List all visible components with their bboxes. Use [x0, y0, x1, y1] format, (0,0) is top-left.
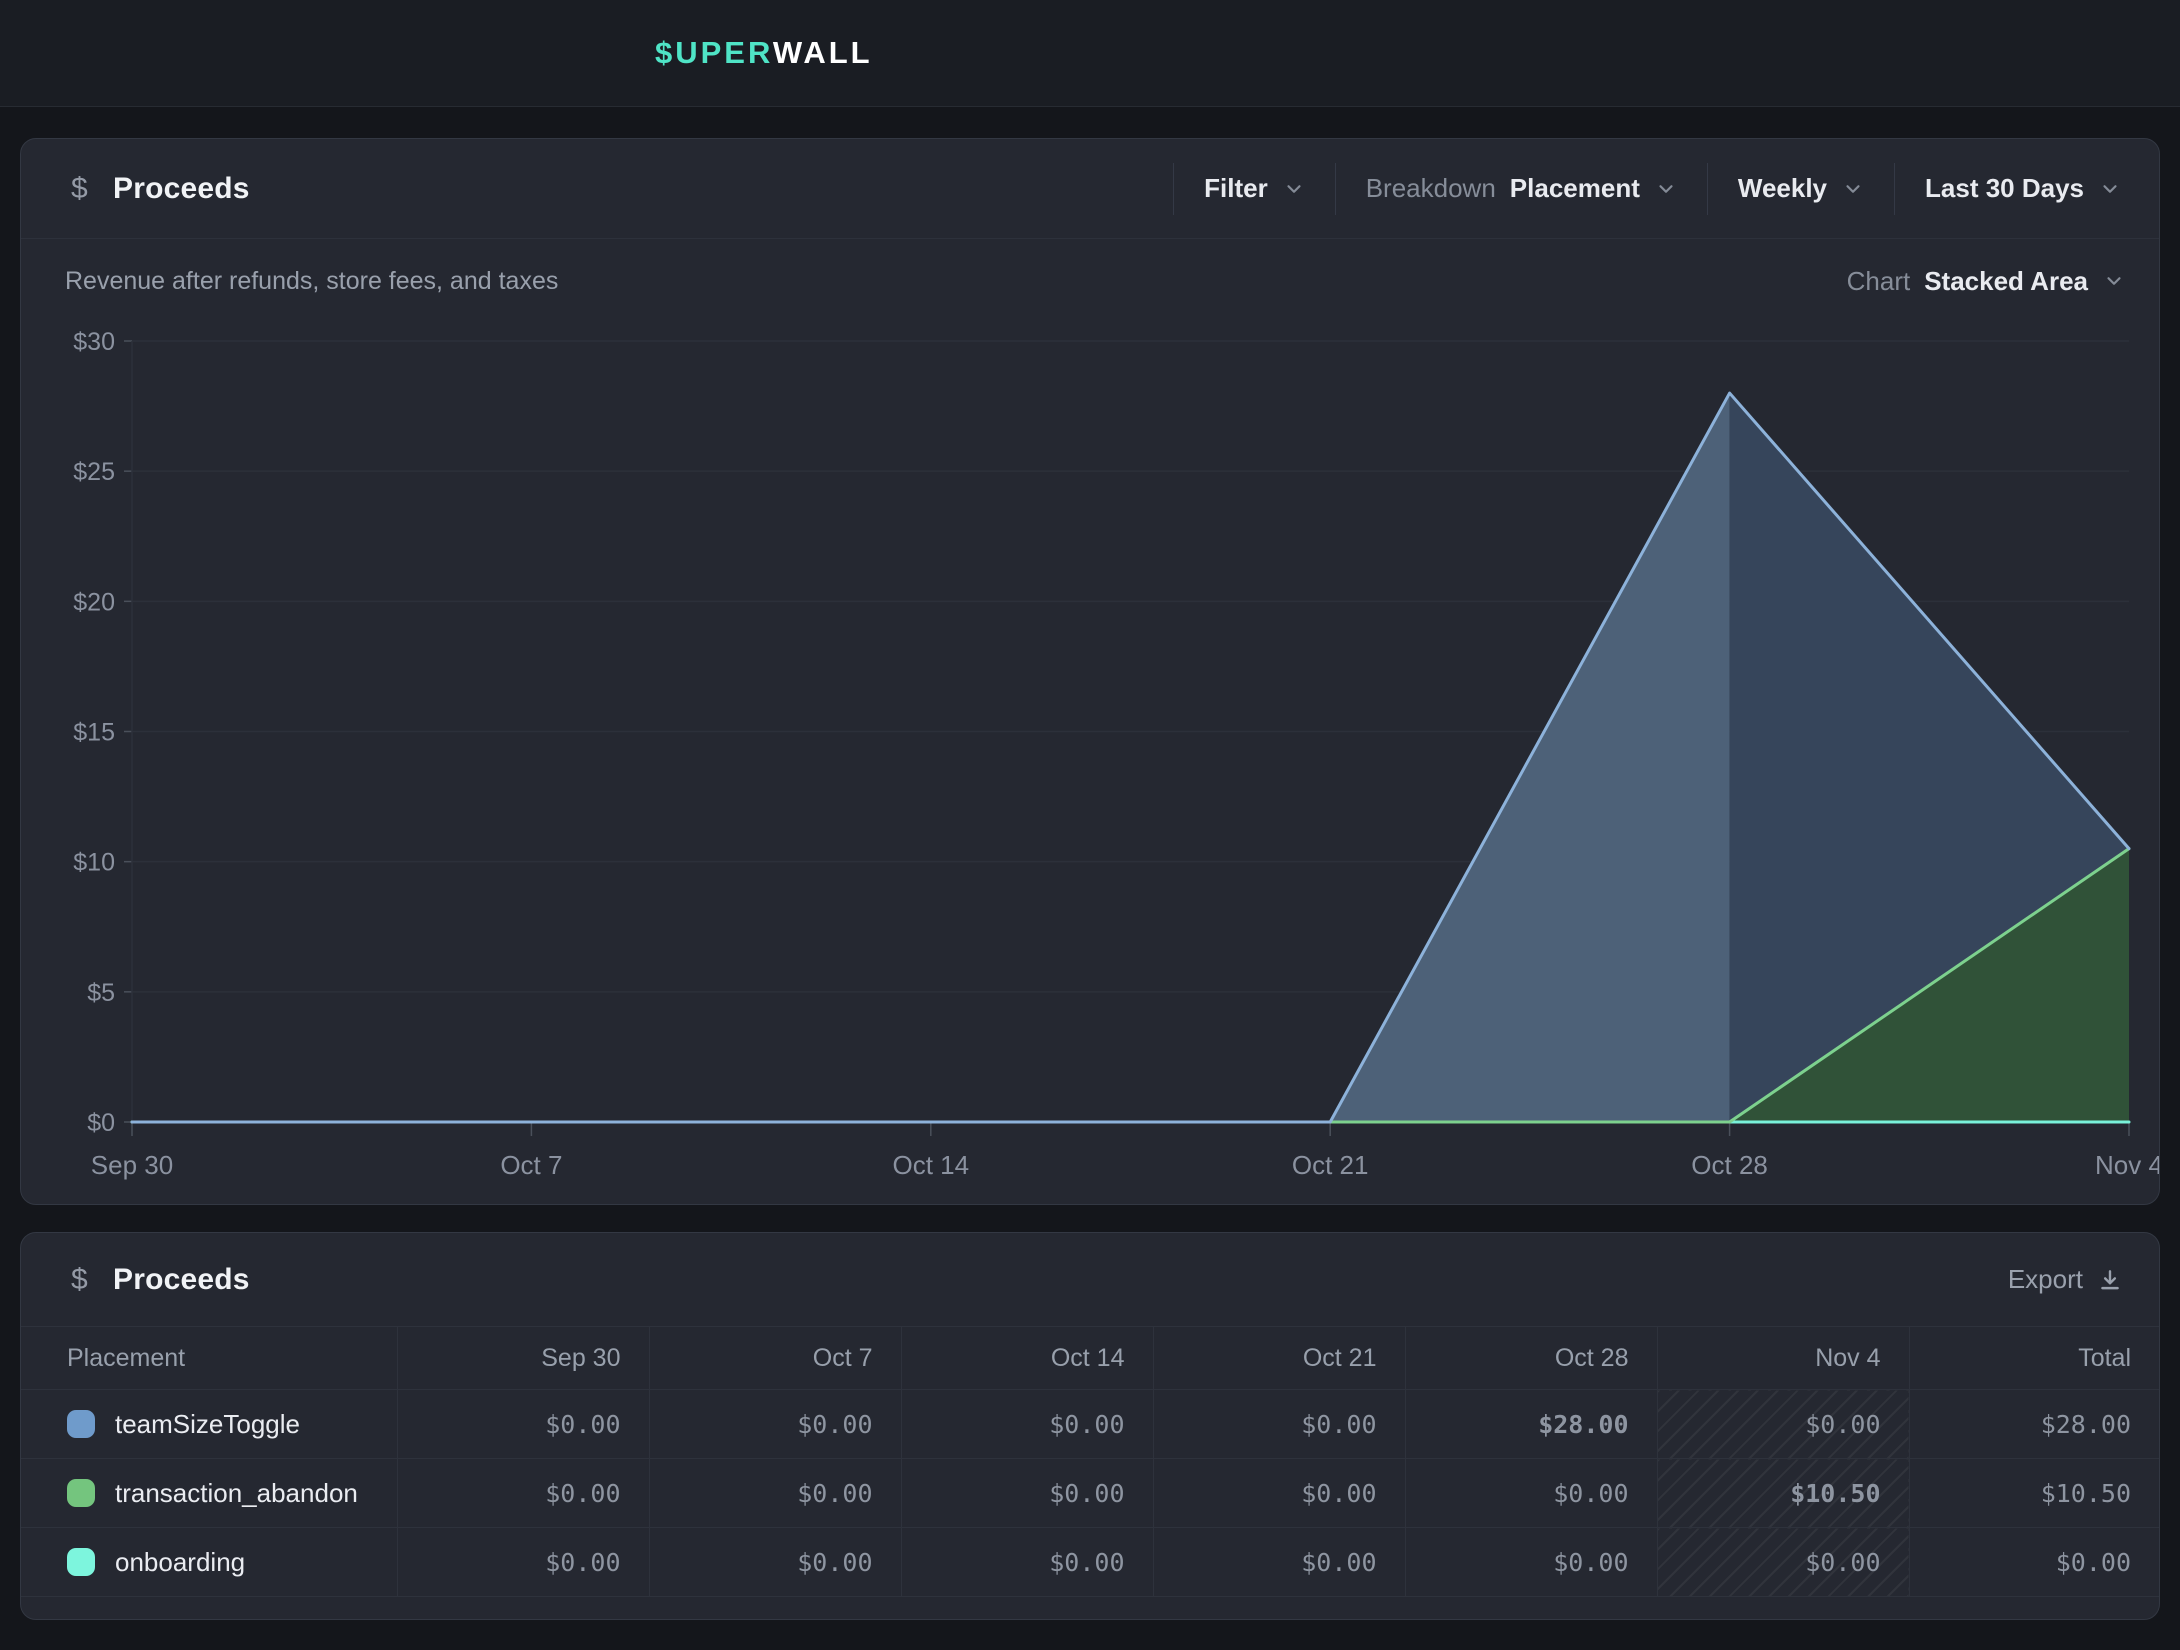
breakdown-control[interactable]: Breakdown Placement: [1366, 173, 1677, 204]
column-header: Total: [1909, 1327, 2159, 1390]
top-bar: $UPERWALL: [0, 0, 2180, 107]
chevron-down-icon: [2103, 270, 2125, 292]
value-cell: $0.00: [1405, 1528, 1657, 1597]
value-cell: $0.00: [649, 1390, 901, 1459]
x-axis-label: Sep 30: [91, 1150, 173, 1180]
table-card-title: Proceeds: [113, 1263, 250, 1297]
placement-cell: onboarding: [21, 1528, 397, 1597]
placement-cell: teamSizeToggle: [21, 1390, 397, 1459]
chart-card-header: $ Proceeds Filter Breakdown Placement We…: [21, 139, 2159, 239]
x-axis-label: Oct 21: [1292, 1150, 1369, 1180]
breakdown-label: Breakdown: [1366, 173, 1496, 204]
value-cell: $10.50: [1909, 1459, 2159, 1528]
series-name: onboarding: [115, 1547, 245, 1578]
y-axis-label: $0: [87, 1109, 115, 1137]
series-name: teamSizeToggle: [115, 1409, 300, 1440]
column-header: Sep 30: [397, 1327, 649, 1390]
dollar-icon: $: [71, 172, 113, 206]
value-cell: $28.00: [1405, 1390, 1657, 1459]
value-cell: $0.00: [1657, 1390, 1909, 1459]
value-cell: $0.00: [397, 1390, 649, 1459]
chevron-down-icon: [1655, 178, 1677, 200]
export-label: Export: [2008, 1264, 2083, 1295]
y-axis-label: $20: [73, 588, 115, 616]
chart-controls: Filter Breakdown Placement Weekly Last 3…: [1143, 163, 2121, 215]
chart-card-title: Proceeds: [113, 172, 250, 206]
chevron-down-icon: [2099, 178, 2121, 200]
value-cell: $10.50: [1657, 1459, 1909, 1528]
app-logo[interactable]: $UPERWALL: [655, 35, 873, 71]
filter-control[interactable]: Filter: [1204, 173, 1305, 204]
value-cell: $0.00: [649, 1528, 901, 1597]
value-cell: $0.00: [397, 1459, 649, 1528]
column-header: Oct 28: [1405, 1327, 1657, 1390]
y-axis-label: $15: [73, 719, 115, 747]
column-header: Nov 4: [1657, 1327, 1909, 1390]
y-axis-label: $10: [73, 849, 115, 877]
x-axis-label: Nov 4: [2095, 1150, 2159, 1180]
series-color-chip: [67, 1479, 95, 1507]
divider: [1894, 163, 1895, 215]
value-cell: $0.00: [649, 1459, 901, 1528]
value-cell: $0.00: [1909, 1528, 2159, 1597]
chart-subtitle: Revenue after refunds, store fees, and t…: [65, 267, 558, 296]
logo-primary: $UPER: [655, 35, 773, 70]
value-cell: $28.00: [1909, 1390, 2159, 1459]
table-row: teamSizeToggle$0.00$0.00$0.00$0.00$28.00…: [21, 1390, 2159, 1459]
chart-sub-row: Revenue after refunds, store fees, and t…: [21, 249, 2159, 313]
proceeds-table-card: $ Proceeds Export PlacementSep 30Oct 7Oc…: [20, 1232, 2160, 1620]
value-cell: $0.00: [397, 1528, 649, 1597]
proceeds-table: PlacementSep 30Oct 7Oct 14Oct 21Oct 28No…: [21, 1326, 2159, 1597]
chart-type-control[interactable]: Chart Stacked Area: [1847, 266, 2125, 297]
column-header: Oct 21: [1153, 1327, 1405, 1390]
proceeds-chart-card: $ Proceeds Filter Breakdown Placement We…: [20, 138, 2160, 1205]
export-button[interactable]: Export: [2008, 1264, 2123, 1295]
divider: [1335, 163, 1336, 215]
dollar-icon: $: [71, 1263, 113, 1297]
proceeds-stacked-area-chart[interactable]: $30 $25 $20 $15 $10 $5 $0 Sep 30 Oct 7 Oct 14 Oct …: [21, 319, 2159, 1199]
value-cell: $0.00: [1153, 1390, 1405, 1459]
column-header: Oct 14: [901, 1327, 1153, 1390]
date-range-value: Last 30 Days: [1925, 173, 2084, 204]
chevron-down-icon: [1283, 178, 1305, 200]
table-row: onboarding$0.00$0.00$0.00$0.00$0.00$0.00…: [21, 1528, 2159, 1597]
x-axis-label: Oct 7: [500, 1150, 562, 1180]
y-axis-label: $30: [73, 328, 115, 356]
chart-type-value: Stacked Area: [1924, 266, 2088, 297]
filter-label: Filter: [1204, 173, 1268, 204]
download-icon: [2097, 1267, 2123, 1293]
value-cell: $0.00: [1153, 1459, 1405, 1528]
value-cell: $0.00: [1405, 1459, 1657, 1528]
divider: [1707, 163, 1708, 215]
chart-type-label: Chart: [1847, 266, 1911, 297]
interval-value: Weekly: [1738, 173, 1827, 204]
series-color-chip: [67, 1548, 95, 1576]
y-axis-label: $25: [73, 458, 115, 486]
date-range-control[interactable]: Last 30 Days: [1925, 173, 2121, 204]
breakdown-value: Placement: [1510, 173, 1640, 204]
logo-secondary: WALL: [773, 35, 873, 70]
value-cell: $0.00: [901, 1459, 1153, 1528]
table-header-row: PlacementSep 30Oct 7Oct 14Oct 21Oct 28No…: [21, 1327, 2159, 1390]
column-header: Oct 7: [649, 1327, 901, 1390]
y-axis-label: $5: [87, 979, 115, 1007]
proceeds-table-body: teamSizeToggle$0.00$0.00$0.00$0.00$28.00…: [21, 1390, 2159, 1597]
value-cell: $0.00: [901, 1528, 1153, 1597]
table-row: transaction_abandon$0.00$0.00$0.00$0.00$…: [21, 1459, 2159, 1528]
column-header: Placement: [21, 1327, 397, 1390]
chevron-down-icon: [1842, 178, 1864, 200]
placement-cell: transaction_abandon: [21, 1459, 397, 1528]
x-axis-label: Oct 28: [1691, 1150, 1768, 1180]
table-card-header: $ Proceeds Export: [21, 1233, 2159, 1326]
value-cell: $0.00: [901, 1390, 1153, 1459]
value-cell: $0.00: [1657, 1528, 1909, 1597]
x-axis-label: Oct 14: [893, 1150, 970, 1180]
series-name: transaction_abandon: [115, 1478, 358, 1509]
divider: [1173, 163, 1174, 215]
value-cell: $0.00: [1153, 1528, 1405, 1597]
interval-control[interactable]: Weekly: [1738, 173, 1864, 204]
series-color-chip: [67, 1410, 95, 1438]
